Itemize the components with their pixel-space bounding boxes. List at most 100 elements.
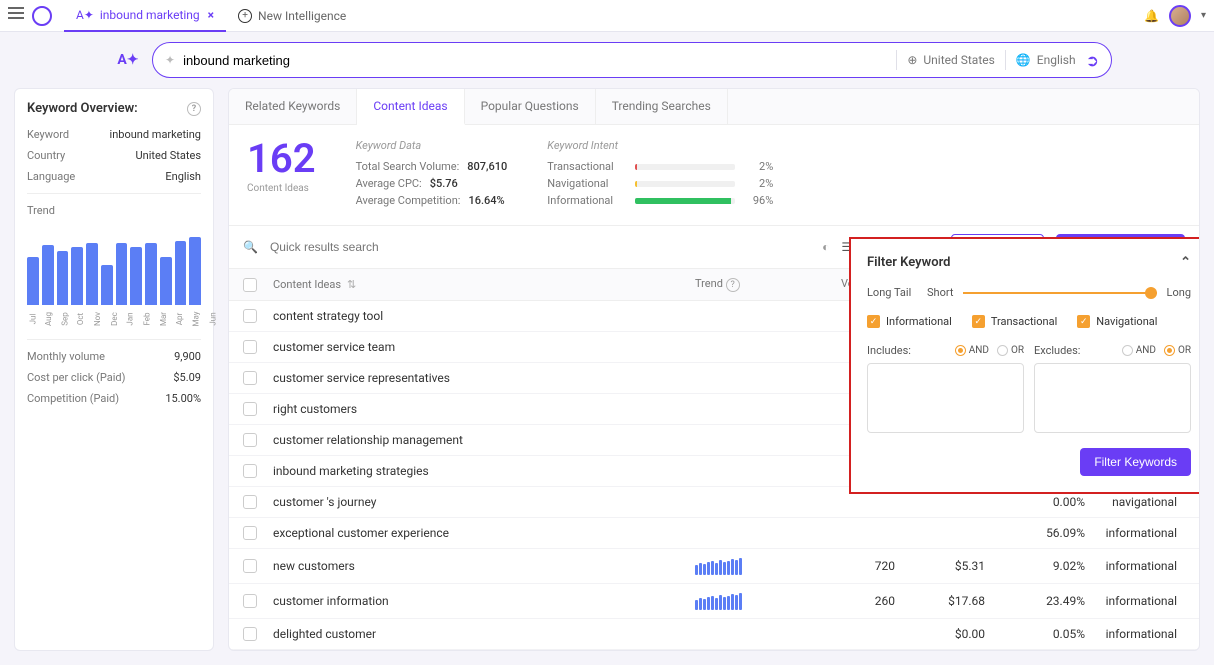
row-checkbox[interactable] [243, 464, 257, 478]
content-idea-cell: customer information [273, 594, 695, 608]
includes-and-radio[interactable]: AND [955, 345, 989, 356]
keyword-data-header: Keyword Data [356, 139, 508, 152]
includes-or-radio[interactable]: OR [997, 345, 1024, 356]
mini-trend [695, 592, 805, 610]
content-tab[interactable]: Popular Questions [465, 89, 596, 124]
intent-checkbox[interactable]: ✓Transactional [972, 315, 1057, 328]
select-all-checkbox[interactable] [243, 278, 257, 292]
help-icon[interactable]: ? [726, 278, 740, 292]
chevron-up-icon[interactable]: ⌃ [1180, 255, 1191, 270]
intent-cell: informational [1085, 594, 1185, 608]
search-bar[interactable]: ✦ ⊕ United States 🌐 English ➲ [152, 42, 1112, 78]
content-ideas-count-label: Content Ideas [247, 183, 316, 194]
trend-bar [71, 247, 83, 305]
long-tail-label: Long Tail [867, 286, 927, 299]
content-ideas-count: 162 [247, 139, 316, 179]
excludes-and-radio[interactable]: AND [1122, 345, 1156, 356]
comp-cell: 9.02% [985, 559, 1085, 573]
help-icon[interactable]: ? [187, 102, 201, 116]
sidebar-metric: Monthly volume9,900 [27, 350, 201, 363]
content-tab[interactable]: Related Keywords [229, 89, 357, 124]
filter-keyword-popup: Filter Keyword ⌃ Long Tail Short Long ✓I… [849, 237, 1200, 494]
keyword-stat: Average Competition:16.64% [356, 194, 508, 207]
trend-month-label: Jun [203, 312, 223, 325]
tab-new-intelligence[interactable]: + New Intelligence [226, 0, 358, 32]
slider-short-label: Short [927, 286, 953, 299]
trend-bar [27, 257, 39, 305]
comp-cell: 0.05% [985, 627, 1085, 641]
row-checkbox[interactable] [243, 627, 257, 641]
cpc-cell: $17.68 [895, 594, 985, 608]
content-tab[interactable]: Trending Searches [596, 89, 728, 124]
tab-label: New Intelligence [258, 9, 346, 23]
chevron-down-icon[interactable]: ▾ [1201, 10, 1206, 21]
toggle-icon[interactable]: ◐ [822, 240, 829, 254]
row-checkbox[interactable] [243, 526, 257, 540]
trend-chart [27, 225, 201, 305]
search-submit-icon[interactable]: ➲ [1086, 51, 1099, 70]
intent-checkbox[interactable]: ✓Informational [867, 315, 952, 328]
slider-long-label: Long [1167, 286, 1191, 299]
row-checkbox[interactable] [243, 371, 257, 385]
content-idea-cell: customer 's journey [273, 495, 695, 509]
table-row: exceptional customer experience 56.09% i… [229, 518, 1199, 549]
sidebar-row: LanguageEnglish [27, 170, 201, 183]
tab-inbound-marketing[interactable]: A✦ inbound marketing × [64, 0, 226, 32]
country-selector[interactable]: ⊕ United States [907, 53, 994, 67]
quick-search-input[interactable] [270, 240, 810, 254]
row-checkbox[interactable] [243, 594, 257, 608]
row-checkbox[interactable] [243, 433, 257, 447]
app-logo[interactable] [32, 6, 52, 26]
globe-icon: 🌐 [1016, 53, 1031, 67]
content-tab[interactable]: Content Ideas [357, 89, 464, 125]
row-checkbox[interactable] [243, 309, 257, 323]
table-row: delighted customer $0.00 0.05% informati… [229, 619, 1199, 650]
excludes-textarea[interactable] [1034, 363, 1191, 433]
plus-icon: + [238, 9, 252, 23]
trend-bar [160, 257, 172, 305]
includes-textarea[interactable] [867, 363, 1024, 433]
comp-cell: 0.00% [985, 495, 1085, 509]
volume-cell: 720 [805, 559, 895, 573]
trend-bar [86, 243, 98, 305]
row-checkbox[interactable] [243, 402, 257, 416]
content-idea-cell: inbound marketing strategies [273, 464, 695, 478]
includes-label: Includes: [867, 344, 911, 357]
close-icon[interactable]: × [208, 8, 214, 22]
sort-icon[interactable]: ⇅ [347, 278, 356, 291]
search-icon: 🔍 [243, 240, 258, 254]
globe-icon: ⊕ [907, 53, 917, 67]
intent-checkbox[interactable]: ✓Navigational [1077, 315, 1157, 328]
cpc-cell: $0.00 [895, 627, 985, 641]
sparkle-icon: ✦ [165, 53, 175, 67]
hamburger-menu[interactable] [8, 7, 26, 25]
filter-keywords-button[interactable]: Filter Keywords [1080, 448, 1191, 476]
row-checkbox[interactable] [243, 559, 257, 573]
row-checkbox[interactable] [243, 495, 257, 509]
search-input[interactable] [183, 53, 886, 68]
intent-stat: Informational96% [547, 194, 773, 207]
sidebar-title: Keyword Overview: [27, 101, 138, 116]
ai-badge-icon: A✦ [116, 48, 140, 72]
row-checkbox[interactable] [243, 340, 257, 354]
tab-label: inbound marketing [100, 8, 200, 22]
avatar[interactable] [1169, 5, 1191, 27]
language-selector[interactable]: 🌐 English [1016, 53, 1076, 67]
excludes-or-radio[interactable]: OR [1164, 345, 1191, 356]
intent-cell: informational [1085, 526, 1185, 540]
sidebar-metric: Competition (Paid)15.00% [27, 392, 201, 405]
trend-bar [130, 247, 142, 305]
excludes-label: Excludes: [1034, 344, 1080, 357]
bell-icon[interactable]: 🔔 [1144, 9, 1159, 23]
table-row: customer information 260 $17.68 23.49% i… [229, 584, 1199, 619]
content-idea-cell: customer service team [273, 340, 695, 354]
long-tail-slider[interactable] [963, 292, 1156, 294]
intent-stat: Navigational2% [547, 177, 773, 190]
filter-popup-title: Filter Keyword [867, 255, 950, 270]
sidebar-row: Keywordinbound marketing [27, 128, 201, 141]
content-idea-cell: delighted customer [273, 627, 695, 641]
content-idea-cell: customer service representatives [273, 371, 695, 385]
table-row: new customers 720 $5.31 9.02% informatio… [229, 549, 1199, 584]
sidebar-metric: Cost per click (Paid)$5.09 [27, 371, 201, 384]
trend-bar [57, 251, 69, 305]
